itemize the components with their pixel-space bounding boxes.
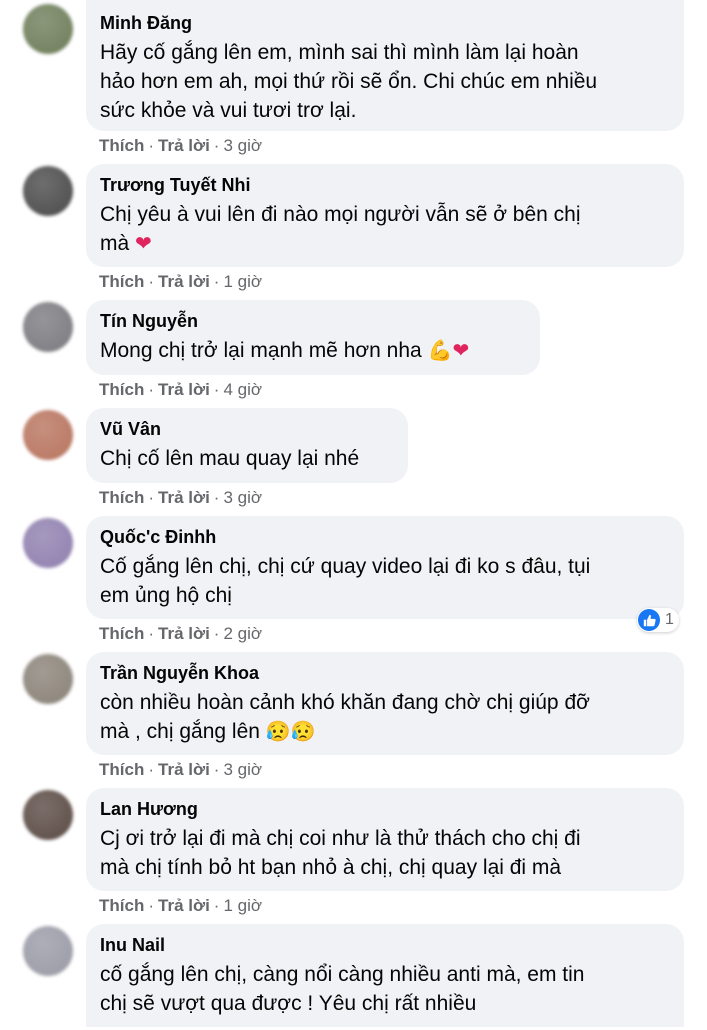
- comment-text: Cố gắng lên chị, chị cứ quay video lại đ…: [100, 555, 591, 607]
- comment-time[interactable]: 4 giờ: [223, 380, 262, 399]
- comment-text: Chị cố lên mau quay lại nhé: [100, 447, 360, 470]
- comment-bubble: Trần Nguyễn Khoa còn nhiều hoàn cảnh khó…: [86, 652, 684, 755]
- comment-author[interactable]: Minh Đăng: [100, 12, 670, 34]
- comment-actions: Thích · Trả lời · 3 giờ: [99, 760, 263, 779]
- comment-actions: Thích · Trả lời · 2 giờ: [99, 624, 263, 643]
- reaction-count: 1: [665, 611, 674, 628]
- comment-actions: Thích · Trả lời · 1 giờ: [99, 896, 263, 915]
- avatar[interactable]: [23, 302, 73, 352]
- comment-text: Hãy cố gắng lên em, mình sai thì mình là…: [100, 41, 598, 122]
- comment-bubble: Trương Tuyết Nhi Chị yêu à vui lên đi nà…: [86, 164, 684, 267]
- comment-time[interactable]: 2 giờ: [223, 624, 262, 643]
- avatar[interactable]: [23, 410, 73, 460]
- avatar[interactable]: [23, 166, 73, 216]
- sad-face-emoji-icon: 😥😥: [265, 721, 316, 743]
- comment-author[interactable]: Trần Nguyễn Khoa: [100, 662, 670, 684]
- comment-text: còn nhiều hoàn cảnh khó khăn đang chờ ch…: [100, 688, 670, 747]
- heart-emoji-icon: ❤: [135, 233, 152, 255]
- flexed-biceps-emoji-icon: 💪: [427, 340, 453, 362]
- like-button[interactable]: Thích: [99, 760, 144, 779]
- comment-text: Mong chị trở lại mạnh mẽ hơn nha 💪❤: [100, 336, 526, 366]
- reply-button[interactable]: Trả lời: [158, 380, 210, 399]
- reaction-summary[interactable]: 1: [637, 608, 679, 632]
- comment-bubble: Lan Hương Cj ơi trở lại đi mà chị coi nh…: [86, 788, 684, 891]
- reply-button[interactable]: Trả lời: [158, 272, 210, 291]
- comment-actions: Thích · Trả lời · 3 giờ: [99, 488, 263, 507]
- like-button[interactable]: Thích: [99, 896, 144, 915]
- avatar[interactable]: [23, 4, 73, 54]
- reply-button[interactable]: Trả lời: [158, 488, 210, 507]
- comment-text: Chị yêu à vui lên đi nào mọi người vẫn s…: [100, 200, 670, 259]
- comment-time[interactable]: 3 giờ: [223, 488, 262, 507]
- comment-text: cố gắng lên chị, càng nổi càng nhiều ant…: [100, 963, 585, 1015]
- comment-bubble: Quốc'c Đinhh Cố gắng lên chị, chị cứ qua…: [86, 516, 684, 619]
- avatar[interactable]: [23, 790, 73, 840]
- comment-author[interactable]: Tín Nguyễn: [100, 310, 526, 332]
- heart-emoji-icon: ❤: [452, 340, 470, 362]
- like-button[interactable]: Thích: [99, 488, 144, 507]
- comment-actions: Thích · Trả lời · 4 giờ: [99, 380, 263, 399]
- comment-bubble: Minh Đăng Hãy cố gắng lên em, mình sai t…: [86, 0, 684, 131]
- like-button[interactable]: Thích: [99, 136, 144, 155]
- comment-time[interactable]: 3 giờ: [223, 136, 262, 155]
- comment-bubble: Inu Nail cố gắng lên chị, càng nổi càng …: [86, 924, 684, 1027]
- comment-text: Cj ơi trở lại đi mà chị coi như là thử t…: [100, 827, 581, 879]
- comment-bubble: Tín Nguyễn Mong chị trở lại mạnh mẽ hơn …: [86, 300, 540, 375]
- comment-time[interactable]: 3 giờ: [223, 760, 262, 779]
- reply-button[interactable]: Trả lời: [158, 760, 210, 779]
- avatar[interactable]: [23, 518, 73, 568]
- comment-actions: Thích · Trả lời · 3 giờ: [99, 136, 263, 155]
- avatar[interactable]: [23, 654, 73, 704]
- comment-author[interactable]: Lan Hương: [100, 798, 670, 820]
- comment-time[interactable]: 1 giờ: [223, 272, 262, 291]
- like-button[interactable]: Thích: [99, 272, 144, 291]
- comment-actions: Thích · Trả lời · 1 giờ: [99, 272, 263, 291]
- avatar[interactable]: [23, 926, 73, 976]
- like-button[interactable]: Thích: [99, 380, 144, 399]
- reply-button[interactable]: Trả lời: [158, 136, 210, 155]
- comment-time[interactable]: 1 giờ: [223, 896, 262, 915]
- comment-author[interactable]: Trương Tuyết Nhi: [100, 174, 670, 196]
- comment-author[interactable]: Vũ Vân: [100, 418, 394, 440]
- like-button[interactable]: Thích: [99, 624, 144, 643]
- reply-button[interactable]: Trả lời: [158, 896, 210, 915]
- reply-button[interactable]: Trả lời: [158, 624, 210, 643]
- like-reaction-icon: [638, 609, 660, 631]
- comment-author[interactable]: Inu Nail: [100, 934, 670, 956]
- comment-author[interactable]: Quốc'c Đinhh: [100, 526, 670, 548]
- comment-bubble: Vũ Vân Chị cố lên mau quay lại nhé: [86, 408, 408, 483]
